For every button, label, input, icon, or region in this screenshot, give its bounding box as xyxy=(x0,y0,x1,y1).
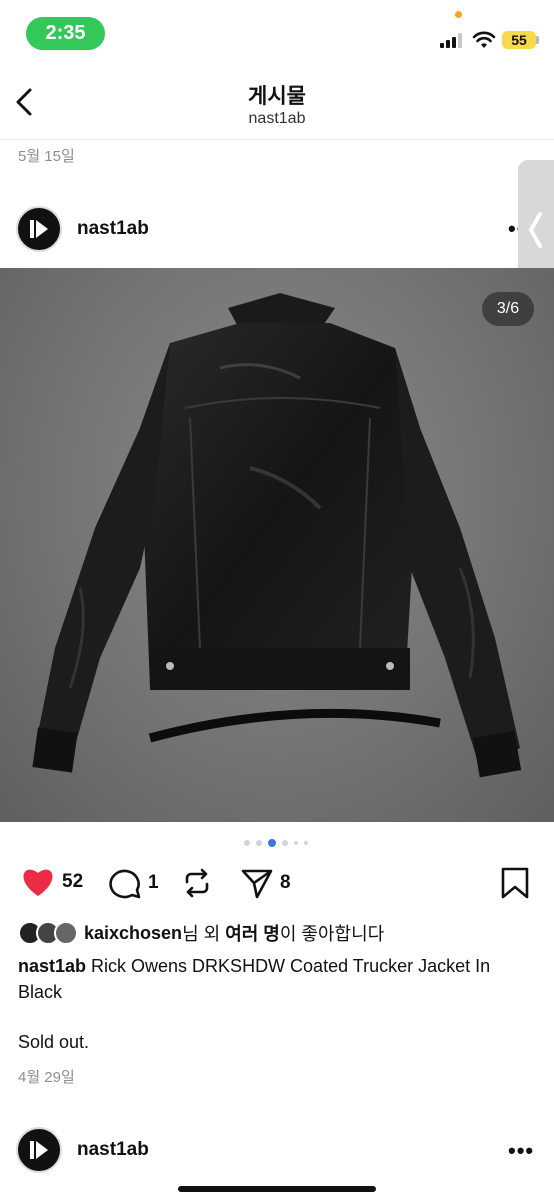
comment-icon xyxy=(109,869,141,899)
heart-icon xyxy=(23,869,53,896)
status-bar: 2:35 55 xyxy=(0,0,554,62)
jacket-image xyxy=(32,293,522,778)
wifi-icon xyxy=(472,31,496,48)
next-post-username[interactable]: nast1ab xyxy=(77,1139,149,1161)
comment-count: 1 xyxy=(148,872,159,893)
more-options-button[interactable]: ••• xyxy=(508,1138,534,1164)
previous-post-date: 5월 15일 xyxy=(18,148,75,165)
carousel-dot xyxy=(244,840,250,846)
carousel-dot xyxy=(304,841,308,845)
signal-icon xyxy=(440,33,462,48)
action-bar: 52 1 8 xyxy=(0,862,554,906)
liked-by-others[interactable]: 여러 명 xyxy=(225,920,280,946)
image-counter: 3/6 xyxy=(482,292,534,326)
page-subtitle: nast1ab xyxy=(248,110,306,127)
chevron-left-icon xyxy=(529,212,542,248)
liked-by-suffix: 이 좋아합니다 xyxy=(279,924,385,944)
bookmark-icon[interactable] xyxy=(500,866,530,900)
comment-button[interactable]: 1 xyxy=(108,866,159,900)
like-button[interactable]: 52 xyxy=(20,866,83,898)
battery-nub xyxy=(536,36,539,44)
avatar[interactable] xyxy=(16,206,62,252)
send-icon xyxy=(241,869,273,899)
liker-avatars xyxy=(18,921,78,945)
share-button[interactable]: 8 xyxy=(240,866,291,900)
post-image[interactable] xyxy=(0,268,554,822)
liked-by-line[interactable]: kaixchosen 님 외 여러 명 이 좋아합니다 xyxy=(18,920,384,946)
post-caption: nast1ab Rick Owens DRKSHDW Coated Trucke… xyxy=(18,953,538,1005)
logo-icon xyxy=(30,1141,48,1159)
carousel-dot xyxy=(294,841,298,845)
carousel-dot xyxy=(256,840,262,846)
caption-username[interactable]: nast1ab xyxy=(18,956,86,976)
share-count: 8 xyxy=(280,872,291,893)
repost-icon xyxy=(185,868,209,898)
avatar[interactable] xyxy=(16,1127,62,1173)
status-time: 2:35 xyxy=(26,17,105,50)
liked-by-text: 님 외 xyxy=(182,924,226,944)
carousel-dot xyxy=(282,840,288,846)
page-header: 게시물 nast1ab xyxy=(0,62,554,140)
logo-icon xyxy=(30,220,48,238)
caption-text: Rick Owens DRKSHDW Coated Trucker Jacket… xyxy=(18,956,491,1002)
carousel-dot-active xyxy=(268,839,276,847)
home-indicator[interactable] xyxy=(178,1186,376,1192)
post-date: 4월 29일 xyxy=(18,1069,75,1086)
privacy-indicator xyxy=(455,11,462,18)
caption-extra: Sold out. xyxy=(18,1032,90,1052)
battery-indicator: 55 xyxy=(502,31,536,49)
page-title: 게시물 xyxy=(248,85,306,108)
carousel-indicator xyxy=(244,839,308,847)
liker-username[interactable]: kaixchosen xyxy=(84,923,182,944)
repost-button[interactable] xyxy=(180,866,214,900)
like-count: 52 xyxy=(62,871,84,892)
liker-avatar xyxy=(54,921,78,945)
post-username[interactable]: nast1ab xyxy=(77,218,149,240)
